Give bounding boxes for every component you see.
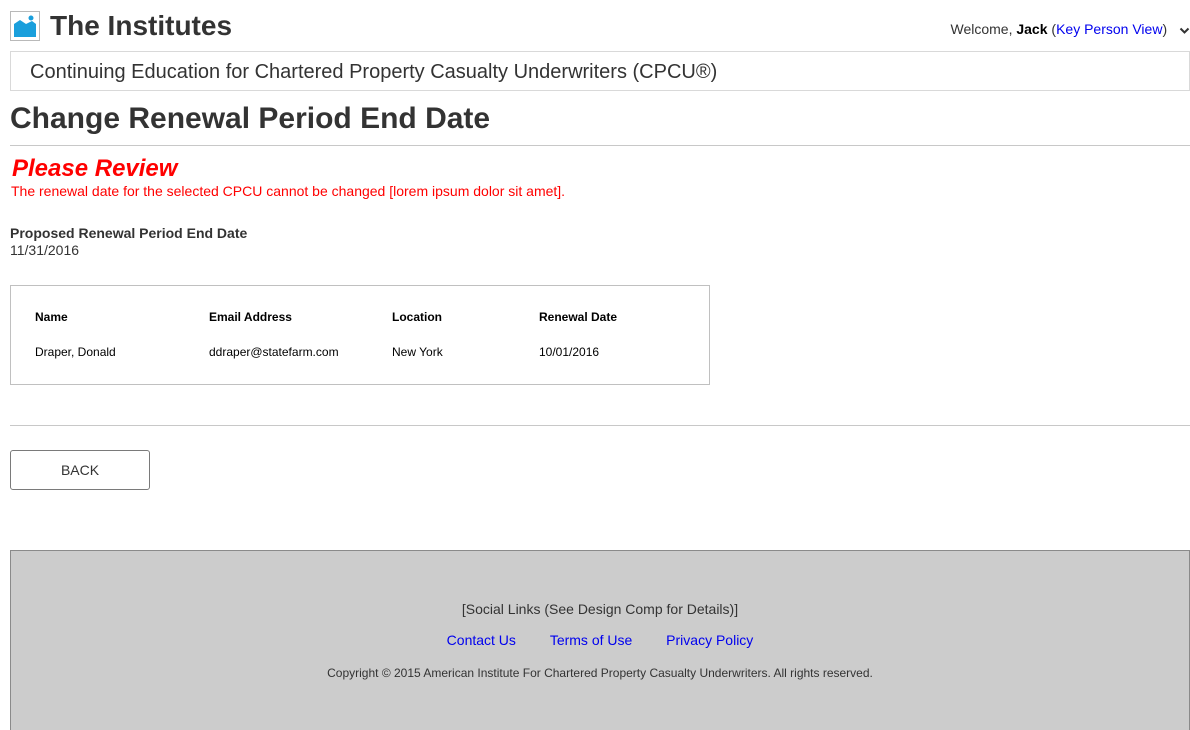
proposed-date-label: Proposed Renewal Period End Date: [10, 225, 248, 241]
contact-us-link[interactable]: Contact Us: [447, 632, 516, 648]
page-title: Change Renewal Period End Date: [10, 102, 491, 135]
back-button[interactable]: BACK: [10, 450, 150, 490]
user-menu[interactable]: Welcome, Jack (Key Person View): [950, 20, 1190, 39]
content-divider: [10, 425, 1190, 426]
terms-of-use-link[interactable]: Terms of Use: [550, 632, 632, 648]
column-header-name: Name: [35, 310, 68, 324]
site-title[interactable]: The Institutes: [50, 10, 232, 42]
title-divider: [10, 145, 1190, 146]
proposed-date-value: 11/31/2016: [10, 242, 80, 258]
cell-email: ddraper@statefarm.com: [209, 345, 339, 359]
copyright-text: Copyright © 2015 American Institute For …: [327, 666, 873, 680]
privacy-policy-link[interactable]: Privacy Policy: [666, 632, 753, 648]
cpcu-table: Name Email Address Location Renewal Date…: [10, 285, 710, 385]
site-footer: [Social Links (See Design Comp for Detai…: [10, 550, 1190, 730]
footer-links: Contact Us Terms of Use Privacy Policy: [11, 632, 1189, 649]
chevron-down-icon[interactable]: [1179, 21, 1190, 39]
cell-renewal-date: 10/01/2016: [539, 345, 600, 359]
key-person-view-link[interactable]: Key Person View: [1056, 21, 1162, 37]
review-message: The renewal date for the selected CPCU c…: [11, 183, 566, 199]
review-heading: Please Review: [12, 155, 178, 182]
column-header-renewal-date: Renewal Date: [539, 310, 618, 324]
user-name: Jack: [1016, 21, 1048, 37]
close-paren: ): [1162, 21, 1168, 37]
program-title: Continuing Education for Chartered Prope…: [30, 61, 718, 83]
cell-location: New York: [392, 345, 443, 359]
social-links-placeholder: [Social Links (See Design Comp for Detai…: [461, 601, 739, 617]
welcome-text: Welcome,: [950, 21, 1013, 37]
site-header: The Institutes Welcome, Jack (Key Person…: [10, 8, 1190, 44]
image-icon[interactable]: [10, 11, 40, 41]
program-bar: Continuing Education for Chartered Prope…: [10, 51, 1190, 91]
column-header-email: Email Address: [209, 310, 292, 324]
column-header-location: Location: [392, 310, 442, 324]
cell-name: Draper, Donald: [35, 345, 116, 359]
